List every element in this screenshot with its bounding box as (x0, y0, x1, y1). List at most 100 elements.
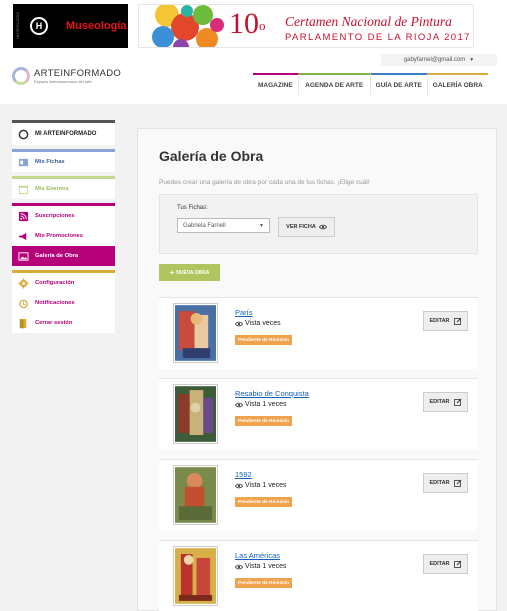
sidebar-item-mis-promociones[interactable]: Mis Promociones (12, 226, 115, 246)
edit-artwork-button[interactable]: EDITAR (423, 473, 468, 493)
calendar-icon (18, 185, 29, 194)
nueva-obra-button[interactable]: + NUEVA OBRA (159, 264, 220, 281)
edit-icon (453, 398, 461, 406)
artwork-title-link[interactable]: Resabio de Conquista (235, 389, 309, 398)
museologia-ad-vertical-text: MUSEOLOGÍA (15, 12, 20, 39)
ver-ficha-button[interactable]: VER FICHA (278, 217, 335, 237)
fichas-selector-box: Tus Fichas: Gabriela Farnell ▼ VER FICHA (159, 194, 478, 254)
sidebar-item-cerrar-sesion[interactable]: Cerrar sesión (12, 313, 115, 333)
artwork-card: París Vista veces Pendiente de Revisión … (159, 297, 478, 369)
sidebar-item-label: Notificaciones (35, 300, 75, 306)
artwork-image (175, 305, 216, 361)
museologia-ad[interactable]: MUSEOLOGÍA H Museología (13, 4, 128, 48)
status-badge: Pendiente de Revisión (235, 578, 293, 588)
brand-name: ARTEINFORMADO (34, 67, 122, 79)
artwork-views: Vista 1 veces (235, 563, 287, 570)
nav-magazine[interactable]: MAGAZINE (253, 73, 299, 95)
user-email: gabyfarnel@gmail.com (403, 57, 466, 63)
sidebar-item-configuracion[interactable]: Configuración (12, 273, 115, 293)
gallery-panel: Galería de Obra Puedes crear una galería… (137, 128, 497, 611)
sidebar-eventos-group: Mis Eventos (12, 176, 115, 199)
certamen-ad-artwork (152, 5, 224, 47)
artwork-views-text: Vista 1 veces (245, 563, 287, 570)
artwork-image (175, 467, 216, 523)
edit-icon (453, 560, 461, 568)
sidebar-item-label: Mis Eventos (35, 186, 69, 192)
page-title: Galería de Obra (159, 148, 264, 164)
artwork-thumbnail[interactable] (173, 303, 218, 363)
nav-agenda-de-arte[interactable]: AGENDA DE ARTE (298, 73, 371, 95)
megaphone-icon (18, 232, 27, 240)
logo-ring-icon (12, 67, 30, 85)
artwork-views-text: Vista veces (245, 320, 281, 327)
certamen-ad-number: 10o (229, 7, 266, 40)
status-badge: Pendiente de Revisión (235, 335, 293, 345)
nav-galeria-obra[interactable]: GALERÍA OBRA (427, 73, 488, 95)
artwork-card: 1592 Vista 1 veces Pendiente de Revisión… (159, 459, 478, 531)
eye-icon (235, 402, 243, 407)
brand-tagline: Espacio Iberoamericano del arte (34, 78, 92, 84)
fichas-select-value: Gabriela Farnell (183, 222, 226, 229)
edit-artwork-button[interactable]: EDITAR (423, 311, 468, 331)
certamen-ad-title: Certamen Nacional de Pintura (285, 14, 452, 29)
eye-icon (235, 483, 243, 488)
artwork-title-link[interactable]: Las Américas (235, 551, 280, 560)
artwork-title-link[interactable]: París (235, 308, 253, 317)
user-menu[interactable]: gabyfarnel@gmail.com ▼ (381, 54, 497, 66)
certamen-ad-subtitle: PARLAMENTO DE LA RIOJA 2017 (285, 32, 471, 43)
eye-icon (318, 224, 327, 230)
sidebar-item-label: Suscripciones (35, 213, 75, 219)
sidebar-settings-group: Configuración Notificaciones Cerrar sesi… (12, 270, 115, 333)
sidebar-title[interactable]: MI ARTEINFORMADO (12, 123, 115, 145)
sidebar-item-label: Cerrar sesión (35, 320, 73, 326)
nueva-obra-label: NUEVA OBRA (176, 269, 210, 276)
artwork-views-text: Vista 1 veces (245, 482, 287, 489)
sidebar-account-group: Suscripciones Mis Promociones Galería de… (12, 203, 115, 266)
edit-artwork-button[interactable]: EDITAR (423, 392, 468, 412)
edit-label: EDITAR (429, 399, 450, 405)
sidebar-item-notificaciones[interactable]: Notificaciones (12, 293, 115, 313)
sidebar-item-label: Configuración (35, 280, 75, 286)
sidebar: MI ARTEINFORMADO Mis Fichas Mis Eventos … (12, 120, 115, 337)
sidebar-item-label: Galería de Obra (35, 253, 79, 259)
artwork-image (175, 548, 216, 604)
picture-icon (18, 251, 29, 261)
arteinformado-ring-icon (18, 129, 29, 139)
sidebar-item-mis-eventos[interactable]: Mis Eventos (12, 179, 115, 199)
artwork-card: Las Américas Vista 1 veces Pendiente de … (159, 540, 478, 611)
artwork-thumbnail[interactable] (173, 465, 218, 525)
artwork-views-text: Vista 1 veces (245, 401, 287, 408)
artwork-title-link[interactable]: 1592 (235, 470, 252, 479)
sidebar-item-suscripciones[interactable]: Suscripciones (12, 206, 115, 226)
fichas-select[interactable]: Gabriela Farnell ▼ (177, 218, 270, 233)
artwork-views: Vista 1 veces (235, 401, 287, 408)
artwork-thumbnail[interactable] (173, 546, 218, 606)
certamen-ad[interactable]: 10o Certamen Nacional de Pintura PARLAME… (138, 4, 474, 48)
artwork-views: Vista 1 veces (235, 482, 287, 489)
sidebar-item-label: Mis Promociones (35, 233, 83, 239)
door-exit-icon (19, 318, 27, 329)
edit-icon (453, 479, 461, 487)
ver-ficha-label: VER FICHA (286, 224, 316, 230)
alarm-clock-icon (19, 299, 28, 308)
select-arrow-icon: ▼ (259, 222, 264, 229)
edit-icon (453, 317, 461, 325)
eye-icon (235, 564, 243, 569)
id-card-icon (18, 158, 29, 166)
site-logo[interactable]: ARTEINFORMADO Espacio Iberoamericano del… (12, 67, 121, 85)
edit-label: EDITAR (429, 318, 450, 324)
edit-label: EDITAR (429, 561, 450, 567)
page-subtitle: Puedes crear una galería de obra por cad… (159, 179, 370, 186)
nav-guia-de-arte[interactable]: GUÍA DE ARTE (370, 73, 428, 95)
top-ad-banner: MUSEOLOGÍA H Museología 10o Certamen Nac… (0, 0, 507, 54)
sidebar-item-mis-fichas[interactable]: Mis Fichas (12, 152, 115, 172)
status-badge: Pendiente de Revisión (235, 497, 293, 507)
edit-label: EDITAR (429, 480, 450, 486)
edit-artwork-button[interactable]: EDITAR (423, 554, 468, 574)
artwork-thumbnail[interactable] (173, 384, 218, 444)
gear-icon (18, 277, 29, 289)
eye-icon (235, 321, 243, 326)
sidebar-item-galeria-de-obra[interactable]: Galería de Obra (12, 246, 115, 266)
rss-icon (18, 211, 29, 221)
sidebar-header-group: MI ARTEINFORMADO (12, 120, 115, 145)
